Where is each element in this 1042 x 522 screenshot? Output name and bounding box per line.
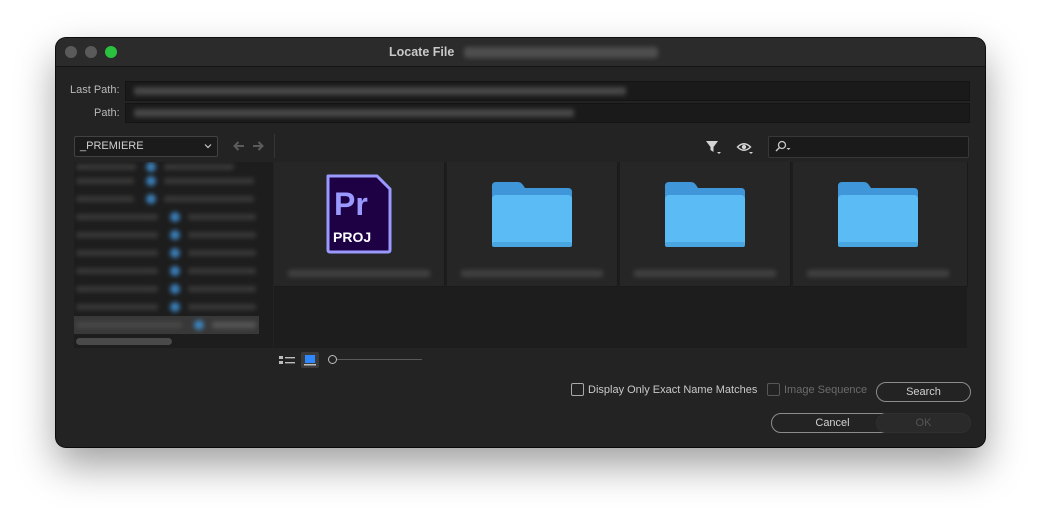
premiere-project-icon-subtext: PROJ: [333, 229, 371, 245]
tree-row[interactable]: [74, 280, 273, 298]
file-grid: Pr PROJ: [274, 162, 968, 348]
folder-icon: [838, 182, 918, 247]
search-icon: [775, 140, 791, 152]
image-sequence-label: Image Sequence: [784, 384, 868, 396]
tree-row-selected[interactable]: [74, 316, 273, 334]
thumbnail-zoom-slider[interactable]: [332, 359, 422, 360]
ok-button[interactable]: OK: [876, 413, 971, 433]
search-input[interactable]: [768, 136, 969, 158]
redacted-tree-label: [76, 178, 134, 184]
locate-file-dialog: Locate File Last Path: Path: _PREMIERE P…: [56, 38, 985, 447]
redacted-last-path: [134, 87, 626, 95]
redacted-tree-label: [164, 164, 234, 170]
folder-icon: [170, 302, 180, 312]
redacted-tree-label: [76, 304, 158, 310]
folder-icon: [146, 194, 156, 204]
close-window-button[interactable]: [65, 46, 77, 58]
exact-name-match-label: Display Only Exact Name Matches: [588, 384, 758, 396]
last-path-field: [125, 81, 970, 101]
dialog-title: Locate File: [389, 45, 455, 59]
tree-row[interactable]: [74, 244, 273, 262]
title-bar: Locate File: [56, 38, 985, 67]
redacted-tree-label: [76, 268, 158, 274]
redacted-tree-label: [76, 196, 134, 202]
tree-row[interactable]: [74, 172, 273, 190]
redacted-tree-label: [164, 178, 254, 184]
search-button[interactable]: Search: [876, 382, 971, 402]
folder-icon: [492, 182, 572, 247]
premiere-project-icon-text: Pr: [334, 186, 368, 222]
redacted-tree-label: [76, 214, 158, 220]
redacted-tree-label: [76, 164, 136, 170]
icon-view-icon[interactable]: [301, 352, 319, 368]
redacted-tree-label: [76, 286, 158, 292]
tree-row[interactable]: [74, 208, 273, 226]
folder-tree[interactable]: [74, 162, 273, 348]
forward-arrow-icon[interactable]: [251, 139, 265, 153]
redacted-folder-name: [461, 270, 603, 277]
last-path-label: Last Path:: [70, 84, 120, 96]
chevron-down-icon: [204, 144, 212, 149]
file-tile-folder[interactable]: [447, 162, 618, 287]
folder-icon: [170, 230, 180, 240]
zoom-window-button[interactable]: [105, 46, 117, 58]
folder-icon: [146, 176, 156, 186]
path-label: Path:: [94, 107, 120, 119]
location-dropdown-value: _PREMIERE: [80, 140, 144, 152]
toolbar-divider: [274, 134, 275, 158]
redacted-path: [134, 109, 574, 117]
thumbnail-zoom-handle[interactable]: [328, 355, 337, 364]
tree-row[interactable]: [74, 190, 273, 208]
folder-icon: [170, 284, 180, 294]
redacted-tree-label: [188, 250, 256, 256]
folder-icon: [146, 162, 156, 172]
exact-name-match-checkbox[interactable]: [571, 383, 584, 396]
redacted-folder-name: [634, 270, 776, 277]
redacted-tree-label: [212, 322, 256, 328]
folder-icon: [665, 182, 745, 247]
redacted-tree-label: [188, 286, 256, 292]
redacted-tree-label: [188, 214, 256, 220]
image-sequence-checkbox[interactable]: [767, 383, 780, 396]
premiere-project-icon: Pr PROJ: [326, 174, 392, 254]
tree-row[interactable]: [74, 262, 273, 280]
redacted-filename: [464, 47, 658, 58]
redacted-tree-label: [188, 232, 256, 238]
redacted-folder-name: [807, 270, 949, 277]
path-field[interactable]: [125, 103, 970, 123]
minimize-window-button[interactable]: [85, 46, 97, 58]
redacted-tree-label: [188, 304, 256, 310]
redacted-tree-label: [76, 322, 182, 328]
redacted-tree-label: [76, 232, 158, 238]
list-view-icon[interactable]: [278, 352, 296, 368]
file-tile-folder[interactable]: [793, 162, 968, 287]
file-tile-premiere-project[interactable]: Pr PROJ: [274, 162, 445, 287]
view-options-eye-icon[interactable]: [736, 138, 754, 156]
redacted-tree-label: [76, 250, 158, 256]
tree-horizontal-scrollbar[interactable]: [76, 338, 172, 345]
redacted-file-name: [288, 270, 430, 277]
location-dropdown[interactable]: _PREMIERE: [74, 136, 218, 157]
back-arrow-icon[interactable]: [232, 139, 246, 153]
tree-row[interactable]: [74, 298, 273, 316]
folder-icon: [170, 212, 180, 222]
folder-icon: [170, 248, 180, 258]
folder-icon: [170, 266, 180, 276]
tree-row[interactable]: [74, 226, 273, 244]
filter-icon[interactable]: [704, 138, 722, 156]
redacted-tree-label: [164, 196, 254, 202]
file-tile-folder[interactable]: [620, 162, 791, 287]
tree-scroll-gutter: [259, 162, 273, 348]
folder-icon: [194, 320, 204, 330]
redacted-tree-label: [188, 268, 256, 274]
